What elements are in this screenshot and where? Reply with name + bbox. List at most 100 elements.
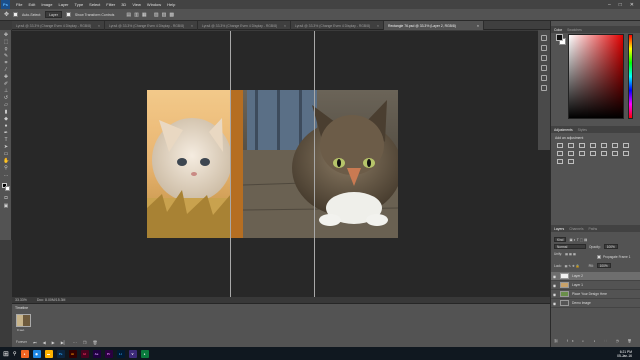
zoom-tool-icon[interactable]: ⚲ — [3, 166, 9, 171]
selective-color-icon[interactable] — [568, 159, 574, 164]
timeline-frame-1[interactable] — [16, 314, 31, 327]
layer-row[interactable]: ◉ Demo Image — [551, 299, 640, 308]
healing-tool-icon[interactable]: ✚ — [3, 75, 9, 80]
layer-action-icons[interactable]: ⛓ fx ◐ ◑ 🗀 ❐ 🗑 — [554, 339, 636, 345]
next-frame-icon[interactable]: ▶▏ — [61, 340, 67, 345]
auto-select-dropdown[interactable]: Layer — [45, 11, 62, 18]
layer-name[interactable]: Place Your Design Here — [572, 292, 607, 296]
gradient-map-icon[interactable] — [557, 159, 563, 164]
photo-filter-icon[interactable] — [568, 151, 574, 156]
marquee-tool-icon[interactable]: ⬚ — [3, 40, 9, 45]
path-select-tool-icon[interactable]: ➤ — [3, 145, 9, 150]
tab-document-4[interactable]: Lyra4 @ 33.3% (Change Even 4 Display - R… — [291, 21, 384, 30]
opacity-input[interactable]: 100% — [603, 244, 618, 249]
tab-channels[interactable]: Channels — [569, 227, 583, 231]
tab-paths[interactable]: Paths — [589, 227, 598, 231]
info-icon[interactable] — [541, 55, 547, 61]
align-icons[interactable]: ▤▥▦ ▧▨▩ — [126, 12, 177, 18]
frame-delay[interactable]: 0 sec. — [17, 328, 25, 332]
hand-tool-icon[interactable]: ✋ — [3, 159, 9, 164]
layer-row[interactable]: ◉ Layer 2 — [551, 272, 640, 281]
menu-filter[interactable]: Filter — [103, 2, 118, 7]
tab-document-active[interactable]: Rectangle 76.psd @ 33.3% (Layer 2, RGB/8… — [384, 21, 484, 30]
hue-slider[interactable] — [628, 34, 633, 119]
layer-name[interactable]: Demo Image — [572, 301, 591, 305]
search-icon[interactable]: ⚲ — [13, 351, 17, 357]
exposure-icon[interactable] — [590, 143, 596, 148]
fill-input[interactable]: 100% — [596, 263, 611, 268]
quick-select-tool-icon[interactable]: ✎ — [3, 54, 9, 59]
menu-image[interactable]: Image — [38, 2, 55, 7]
layer-name[interactable]: Layer 1 — [572, 283, 583, 287]
quick-mask-icon[interactable]: ◘ — [3, 196, 9, 201]
close-icon[interactable]: × — [96, 24, 100, 28]
tab-styles[interactable]: Styles — [578, 128, 587, 132]
color-lookup-icon[interactable] — [590, 151, 596, 156]
after-effects-taskbar-icon[interactable]: Ae — [92, 349, 101, 358]
layer-name[interactable]: Layer 2 — [572, 274, 583, 278]
curves-icon[interactable] — [579, 143, 585, 148]
screen-mode-icon[interactable]: ▣ — [3, 204, 9, 209]
tab-document-2[interactable]: Lyra4 @ 33.3% (Change Even 4 Display - R… — [105, 21, 198, 30]
auto-select-checkbox[interactable] — [13, 12, 19, 17]
black-white-icon[interactable] — [557, 151, 563, 156]
folder-icon[interactable]: ▬ — [44, 349, 53, 358]
document-canvas[interactable] — [147, 90, 398, 238]
close-icon[interactable]: × — [282, 24, 286, 28]
close-icon[interactable]: × — [189, 24, 193, 28]
lightroom-taskbar-icon[interactable]: Lr — [116, 349, 125, 358]
tab-color[interactable]: Color — [554, 28, 562, 32]
menu-select[interactable]: Select — [86, 2, 103, 7]
maximize-button[interactable]: □ — [619, 2, 622, 8]
tab-swatches[interactable]: Swatches — [567, 28, 582, 32]
move-tool-icon[interactable]: ✥ — [3, 33, 9, 38]
canvas-area[interactable] — [12, 31, 550, 297]
foreground-color-swatch[interactable] — [556, 34, 563, 41]
posterize-icon[interactable] — [612, 151, 618, 156]
chrome-icon[interactable]: ◉ — [32, 349, 41, 358]
move-tool-icon[interactable]: ✥ — [4, 11, 9, 18]
app-taskbar-icon[interactable]: ● — [140, 349, 149, 358]
photoshop-taskbar-icon[interactable]: Ps — [56, 349, 65, 358]
threshold-icon[interactable] — [623, 151, 629, 156]
system-tray-clock[interactable]: 6:21 PM 05-Jan-16 — [617, 350, 640, 358]
history-icon[interactable] — [541, 35, 547, 41]
blur-tool-icon[interactable]: ◆ — [3, 117, 9, 122]
brush-settings-icon[interactable] — [541, 65, 547, 71]
visibility-eye-icon[interactable]: ◉ — [551, 292, 558, 297]
crop-tool-icon[interactable]: ⌗ — [3, 61, 9, 66]
close-icon[interactable]: × — [375, 24, 379, 28]
transform-controls-checkbox[interactable] — [65, 12, 71, 17]
brush-tool-icon[interactable]: ✐ — [3, 82, 9, 87]
vibrance-icon[interactable] — [601, 143, 607, 148]
menu-type[interactable]: Type — [72, 2, 87, 7]
gradient-tool-icon[interactable]: ▮ — [3, 110, 9, 115]
filter-icons[interactable]: ▣ ◐ T ⬚ ▤ — [569, 238, 587, 242]
menu-layer[interactable]: Layer — [55, 2, 71, 7]
loop-dropdown[interactable]: Forever — [16, 340, 27, 345]
unify-icons[interactable]: ▦ ▦ ▦ — [565, 252, 576, 256]
visibility-eye-icon[interactable]: ◉ — [551, 274, 558, 279]
menu-view[interactable]: View — [129, 2, 144, 7]
history-brush-tool-icon[interactable]: ↺ — [3, 96, 9, 101]
vectr-taskbar-icon[interactable]: V — [128, 349, 137, 358]
menu-help[interactable]: Help — [164, 2, 178, 7]
kind-filter-dropdown[interactable]: Kind — [554, 237, 567, 242]
color-picker-field[interactable] — [568, 34, 624, 119]
color-balance-icon[interactable] — [623, 143, 629, 148]
firefox-icon[interactable]: ● — [20, 349, 29, 358]
hue-saturation-icon[interactable] — [612, 143, 618, 148]
tween-icon[interactable]: ⋯ — [73, 340, 77, 345]
tab-layers[interactable]: Layers — [554, 227, 564, 231]
eyedropper-tool-icon[interactable]: ⁄ — [3, 68, 9, 73]
visibility-eye-icon[interactable]: ◉ — [551, 301, 558, 306]
more-tools-icon[interactable]: … — [3, 173, 9, 178]
indesign-taskbar-icon[interactable]: Id — [80, 349, 89, 358]
visibility-eye-icon[interactable]: ◉ — [551, 283, 558, 288]
shape-tool-icon[interactable]: ▭ — [3, 152, 9, 157]
guide-line-right[interactable] — [314, 31, 315, 297]
menu-edit[interactable]: Edit — [25, 2, 38, 7]
illustrator-taskbar-icon[interactable]: Ai — [68, 349, 77, 358]
zoom-level[interactable]: 33.33% — [15, 298, 27, 302]
lock-icons[interactable]: ▦ ✎ ✥ 🔒 — [565, 264, 580, 268]
